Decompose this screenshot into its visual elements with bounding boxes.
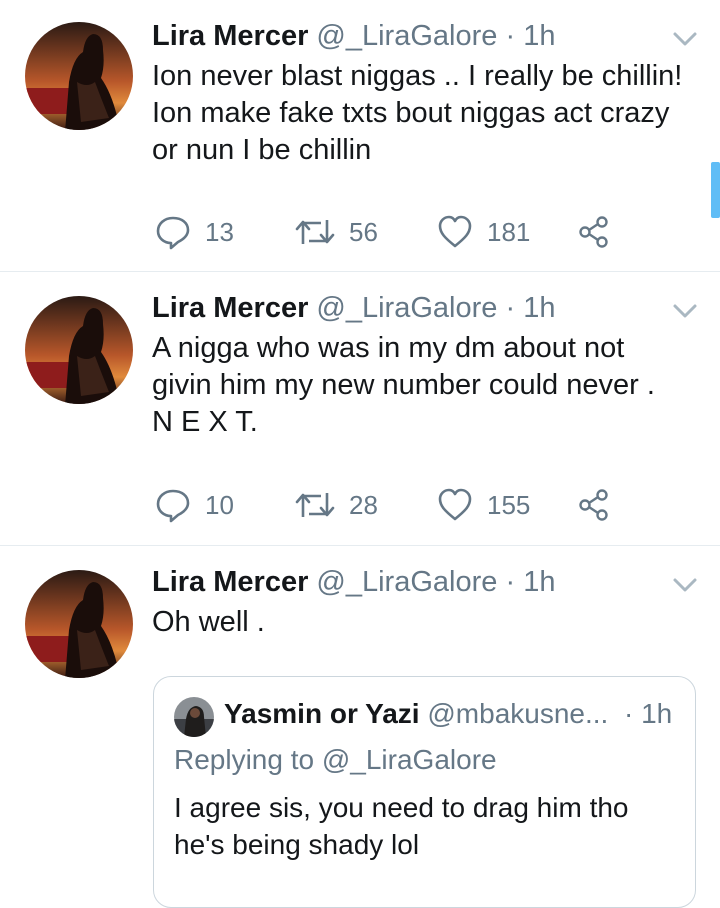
tweet-text-line: givin him my new number could never .: [152, 369, 655, 401]
like-button[interactable]: 181: [437, 212, 530, 252]
chevron-down-icon[interactable]: [672, 576, 698, 594]
separator: ·: [624, 698, 634, 729]
retweet-button[interactable]: 56: [295, 212, 378, 252]
reply-button[interactable]: 13: [155, 212, 234, 252]
timestamp[interactable]: 1h: [523, 20, 555, 52]
reply-icon: [156, 489, 190, 523]
tweet-actions: 13 56 181: [155, 212, 625, 252]
quoted-author-handle: @mbakusne...: [427, 698, 609, 729]
share-button[interactable]: [577, 212, 611, 252]
quoted-text: I agree sis, you need to drag him tho he…: [174, 789, 684, 863]
tweet[interactable]: Lira Mercer @_LiraGalore · 1h Ion never …: [0, 0, 720, 272]
tweet-text-line: Ion never blast niggas .. I really be ch…: [152, 60, 683, 92]
heart-icon: [438, 215, 472, 248]
reply-button[interactable]: 10: [155, 485, 234, 525]
scrollbar[interactable]: [711, 162, 720, 218]
author-handle[interactable]: @_LiraGalore: [316, 566, 497, 598]
avatar[interactable]: [25, 570, 133, 678]
author-handle[interactable]: @_LiraGalore: [316, 20, 497, 52]
like-count: 155: [487, 489, 531, 520]
quoted-timestamp: · 1h: [624, 697, 672, 731]
tweet-actions: 10 28 155: [155, 485, 625, 525]
tweet-text-line: N E X T.: [152, 406, 258, 438]
author-handle[interactable]: @_LiraGalore: [316, 292, 497, 324]
quoted-header: Yasmin or Yazi @mbakusne...: [224, 697, 608, 731]
quoted-text-line: he's being shady lol: [174, 829, 420, 860]
tweet-text-line: or nun I be chillin: [152, 134, 372, 166]
heart-icon: [438, 488, 472, 521]
quoted-text-line: I agree sis, you need to drag him tho: [174, 792, 629, 823]
quoted-avatar: [174, 697, 214, 737]
share-button[interactable]: [577, 485, 611, 525]
chevron-down-icon[interactable]: [672, 30, 698, 48]
timestamp[interactable]: 1h: [523, 292, 555, 324]
replying-to: Replying to @_LiraGalore: [174, 744, 497, 775]
author-name[interactable]: Lira Mercer: [152, 566, 308, 598]
retweet-icon: [295, 220, 335, 244]
tweet-text-line: Oh well .: [152, 606, 265, 638]
separator: ·: [505, 566, 516, 598]
reply-count: 13: [205, 216, 234, 247]
timestamp[interactable]: 1h: [523, 566, 555, 598]
quoted-tweet[interactable]: Yasmin or Yazi @mbakusne... · 1h Replyin…: [153, 676, 696, 908]
tweet-text-line: Ion make fake txts bout niggas act crazy: [152, 97, 670, 129]
tweet-header: Lira Mercer @_LiraGalore · 1h: [152, 566, 555, 598]
avatar[interactable]: [25, 22, 133, 130]
tweet-text: Oh well .: [152, 604, 697, 641]
like-count: 181: [487, 216, 531, 247]
author-name[interactable]: Lira Mercer: [152, 292, 308, 324]
reply-icon: [156, 216, 190, 250]
tweet-header: Lira Mercer @_LiraGalore · 1h: [152, 20, 555, 52]
retweet-button[interactable]: 28: [295, 485, 378, 525]
quoted-author-name: Yasmin or Yazi: [224, 698, 420, 729]
quoted-time: 1h: [641, 698, 673, 729]
separator: ·: [505, 292, 516, 324]
retweet-count: 56: [349, 216, 378, 247]
share-icon: [579, 216, 608, 248]
separator: ·: [505, 20, 516, 52]
share-icon: [579, 489, 608, 521]
tweet-text: A nigga who was in my dm about not givin…: [152, 330, 697, 441]
author-name[interactable]: Lira Mercer: [152, 20, 308, 52]
chevron-down-icon[interactable]: [672, 302, 698, 320]
tweet[interactable]: Lira Mercer @_LiraGalore · 1h A nigga wh…: [0, 272, 720, 546]
avatar[interactable]: [25, 296, 133, 404]
tweet-header: Lira Mercer @_LiraGalore · 1h: [152, 292, 555, 324]
tweet-text: Ion never blast niggas .. I really be ch…: [152, 58, 697, 169]
retweet-icon: [295, 493, 335, 517]
tweet-text-line: A nigga who was in my dm about not: [152, 332, 625, 364]
reply-count: 10: [205, 489, 234, 520]
retweet-count: 28: [349, 489, 378, 520]
like-button[interactable]: 155: [437, 485, 530, 525]
